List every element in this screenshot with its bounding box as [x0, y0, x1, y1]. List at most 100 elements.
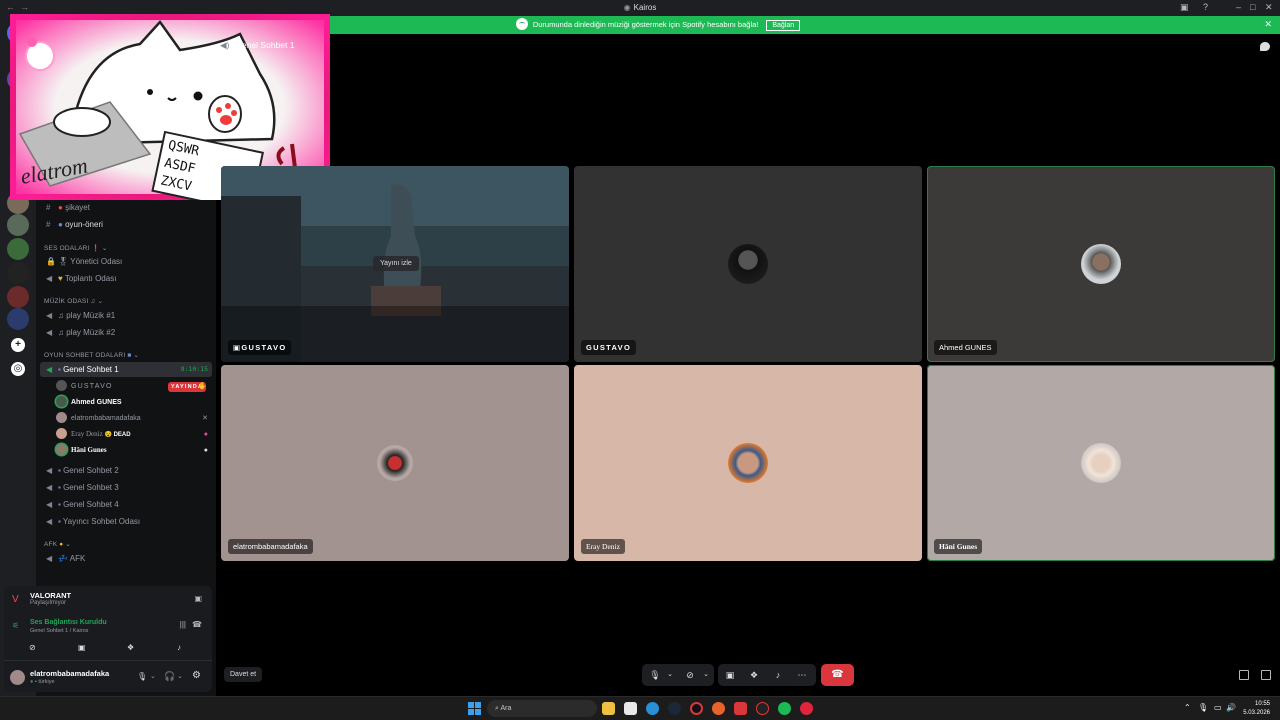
voice-member-gustavo[interactable]: GUSTAVO YAYINDA ✋: [56, 379, 212, 394]
channel-label: play Müzik #2: [66, 328, 116, 337]
add-server-icon[interactable]: +: [11, 338, 25, 352]
valorant-taskbar-icon[interactable]: [734, 702, 747, 715]
text-channel-oyun-oneri[interactable]: # ● oyun-öneri: [40, 217, 212, 232]
signal-icon[interactable]: ⚟: [12, 621, 19, 630]
voice-channel-genel-sohbet-3[interactable]: ◀ ▪ Genel Sohbet 3: [40, 480, 212, 495]
soundboard-icon[interactable]: ♪: [177, 643, 181, 652]
tray-mic-icon[interactable]: 🎙: [1198, 703, 1208, 712]
leave-call-button[interactable]: ☎: [821, 664, 854, 686]
voice-status-title[interactable]: Ses Bağlantısı Kuruldu: [30, 619, 107, 626]
watch-stream-button[interactable]: Yayını izle: [373, 256, 419, 271]
voice-member-ahmed[interactable]: Ahmed GUNES: [56, 395, 212, 410]
chevron-down-icon[interactable]: ⌄: [660, 664, 680, 686]
activities-icon[interactable]: ❖: [744, 664, 764, 686]
user-name[interactable]: elatrombabamadafaka: [30, 669, 109, 678]
channel-label: Genel Sohbet 1: [63, 365, 119, 374]
banner-close-icon[interactable]: ✕: [1264, 19, 1272, 30]
voice-member-elatrom[interactable]: elatrombabamadafaka ✕: [56, 411, 212, 426]
maximize-button[interactable]: □: [1250, 2, 1255, 12]
steam-icon[interactable]: [668, 702, 681, 715]
network-icon[interactable]: ▭: [1214, 703, 1222, 712]
discord-taskbar-icon[interactable]: [800, 702, 813, 715]
voice-member-eray[interactable]: Eray Deniz 😵 DEAD ●: [56, 427, 212, 442]
participant-avatar: [728, 244, 768, 284]
voice-channel-genel-sohbet-4[interactable]: ◀ ▪ Genel Sohbet 4: [40, 497, 212, 512]
screen-icon[interactable]: ▣: [194, 594, 202, 603]
voice-member-hani[interactable]: Hâni Gunes ●: [56, 443, 212, 458]
screen-share-icon[interactable]: ▣: [1180, 2, 1189, 13]
chevron-down-icon[interactable]: ⌄: [177, 672, 183, 680]
microphone-icon[interactable]: 🎙: [137, 672, 147, 681]
voice-channel-toplanti[interactable]: ◀ ♥ Toplantı Odası: [40, 271, 212, 286]
server-icon[interactable]: [7, 214, 29, 236]
popout-icon[interactable]: [1239, 670, 1249, 680]
video-tile-gustavo-stream[interactable]: Yayını izle ▣GUSTAVO: [221, 166, 569, 362]
member-name: elatrombabamadafaka: [71, 415, 141, 422]
server-icon[interactable]: [7, 238, 29, 260]
voice-channel-muzik-2[interactable]: ◀ ♫ play Müzik #2: [40, 325, 212, 340]
help-icon[interactable]: ?: [1203, 2, 1208, 12]
store-icon[interactable]: [624, 702, 637, 715]
minimize-button[interactable]: –: [1236, 2, 1241, 12]
volume-icon[interactable]: 🔊: [1226, 703, 1236, 712]
category-music[interactable]: MÜZİK ODASI ♫ ⌄: [44, 297, 103, 305]
server-icon[interactable]: [7, 262, 29, 284]
headphones-icon[interactable]: 🎧: [164, 671, 175, 682]
taskbar-clock[interactable]: 10:55 5.03.2026: [1243, 700, 1270, 718]
activity-status: Paylaşılmıyor: [30, 600, 67, 606]
start-tile: [468, 702, 474, 708]
video-tile-gustavo[interactable]: GUSTAVO: [574, 166, 922, 362]
gamepad-icon: ■: [127, 352, 132, 359]
voice-status-subtitle[interactable]: Genel Sohbet 1 / Kairos: [30, 628, 88, 634]
activity-panel[interactable]: V VALORANT Paylaşılmıyor ▣: [4, 586, 212, 616]
user-avatar[interactable]: [10, 670, 25, 685]
category-afk[interactable]: AFK ● ⌄: [44, 540, 71, 548]
chat-toggle-icon[interactable]: [1260, 42, 1270, 51]
connect-spotify-button[interactable]: Bağlan: [766, 19, 801, 31]
edge-icon[interactable]: [646, 702, 659, 715]
server-icon[interactable]: [7, 286, 29, 308]
spotify-icon: [515, 18, 528, 30]
video-tile-elatrom[interactable]: elatrombabamadafaka: [221, 365, 569, 561]
taskbar-search[interactable]: ⌕ Ara: [487, 700, 597, 717]
chevron-down-icon[interactable]: ⌄: [150, 672, 156, 680]
screen-share-icon[interactable]: ▣: [720, 664, 740, 686]
fullscreen-icon[interactable]: [1261, 670, 1271, 680]
category-game-chat[interactable]: OYUN SOHBET ODALARI ■ ⌄: [44, 351, 139, 359]
chevron-down-icon[interactable]: ⌄: [696, 664, 716, 686]
spotify-taskbar-icon[interactable]: [778, 702, 791, 715]
riot-client-icon[interactable]: [756, 702, 769, 715]
start-button[interactable]: [468, 702, 481, 715]
category-voice-rooms[interactable]: SES ODALARI ❗ ⌄: [44, 244, 108, 252]
activities-icon[interactable]: ❖: [127, 643, 134, 652]
opera-icon[interactable]: [690, 702, 703, 715]
disconnect-icon[interactable]: ☎: [192, 620, 202, 629]
voice-channel-yayinci[interactable]: ◀ ▪ Yayıncı Sohbet Odası: [40, 514, 212, 529]
noise-suppression-icon[interactable]: |||: [180, 620, 186, 629]
voice-channel-yonetici[interactable]: 🔒 🎖 Yönetici Odası: [40, 254, 212, 269]
more-options-icon[interactable]: ⋯: [792, 664, 812, 686]
channel-label: Yönetici Odası: [70, 257, 123, 266]
voice-channel-genel-sohbet-2[interactable]: ◀ ▪ Genel Sohbet 2: [40, 463, 212, 478]
tile-name-label: Ahmed GUNES: [934, 340, 997, 355]
text-channel-sikayet[interactable]: # ● şikayet: [40, 200, 212, 215]
video-tile-eray[interactable]: Eray Deniz: [574, 365, 922, 561]
soundboard-icon[interactable]: ♪: [768, 664, 788, 686]
video-tile-ahmed[interactable]: Ahmed GUNES: [927, 166, 1275, 362]
hash-icon: #: [46, 203, 51, 212]
screen-share-icon[interactable]: ▣: [78, 643, 86, 652]
camera-off-icon[interactable]: ⊘: [29, 643, 36, 652]
file-explorer-icon[interactable]: [602, 702, 615, 715]
voice-channel-muzik-1[interactable]: ◀ ♫ play Müzik #1: [40, 308, 212, 323]
video-tile-hani[interactable]: Hâni Gunes: [927, 365, 1275, 561]
discover-icon[interactable]: ◎: [11, 362, 25, 376]
browser-icon[interactable]: [712, 702, 725, 715]
tray-chevron-icon[interactable]: ⌃: [1184, 703, 1191, 712]
discord-window: ← → ◉ Kairos ▣ ? – □ ✕ Durumunda dinlediğ…: [0, 0, 1280, 720]
voice-channel-afk[interactable]: ◀ 💤 AFK: [40, 551, 212, 566]
invite-button[interactable]: Davet et: [224, 667, 263, 682]
voice-channel-genel-sohbet-1[interactable]: ◀ ▪ Genel Sohbet 1 9:10:15: [40, 362, 212, 377]
settings-gear-icon[interactable]: ⚙: [192, 670, 201, 681]
server-icon[interactable]: [7, 308, 29, 330]
close-button[interactable]: ✕: [1265, 2, 1273, 13]
